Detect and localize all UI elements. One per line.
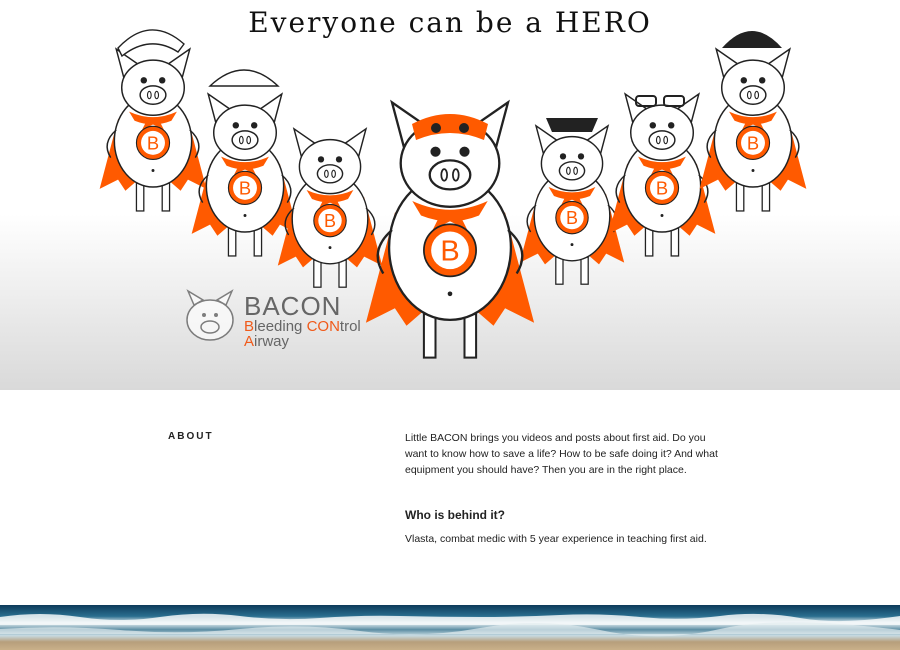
logo-name: BACON — [244, 291, 342, 321]
about-section: ABOUT Little BACON brings you videos and… — [0, 390, 900, 605]
hero-header-image: Everyone can be a HERO BACON Bleeding CO… — [0, 0, 900, 390]
bacon-logo: BACON Bleeding CONtrol Airway — [244, 293, 361, 349]
who-heading: Who is behind it? — [405, 508, 505, 522]
pig-glasses — [607, 93, 717, 257]
pig-girl — [277, 128, 383, 288]
who-text: Vlasta, combat medic with 5 year experie… — [405, 533, 707, 545]
pig-cyclist — [698, 48, 808, 212]
hard-hat-icon — [208, 69, 280, 87]
bacon-logo-pig-icon — [186, 289, 234, 341]
logo-line-1: Bleeding CONtrol — [244, 318, 361, 335]
logo-line-2: Airway — [244, 333, 290, 350]
police-cap-icon — [546, 118, 598, 132]
pig-police — [519, 125, 625, 285]
pig-viking — [98, 48, 208, 212]
about-intro: Little BACON brings you videos and posts… — [405, 432, 718, 476]
about-heading: ABOUT — [168, 431, 214, 442]
pig-builder — [190, 93, 300, 257]
pig-hero-center — [364, 101, 536, 359]
footer-beach-image — [0, 605, 900, 650]
hero-pigs-illustration: B — [98, 29, 808, 359]
bike-helmet-icon — [722, 31, 782, 48]
viking-helmet-icon — [117, 29, 185, 58]
